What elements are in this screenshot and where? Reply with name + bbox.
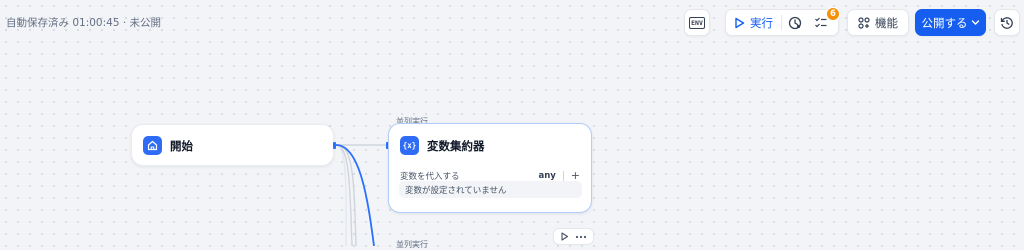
variable-row-divider <box>562 170 564 181</box>
run-toolbar-group: 実行 <box>725 9 839 36</box>
run-label: 実行 <box>750 15 773 30</box>
node-mini-toolbar <box>553 228 594 245</box>
assign-variable-label: 変数を代入する <box>400 171 460 182</box>
more-icon[interactable] <box>575 235 587 239</box>
start-node-title: 開始 <box>170 139 193 153</box>
parallel-label-2: 並列実行 <box>396 240 428 249</box>
checklist-icon <box>815 17 827 27</box>
start-node-output-handle[interactable] <box>333 142 336 149</box>
clock-history-icon <box>788 16 802 29</box>
apps-icon <box>858 16 870 29</box>
checklist-count-badge: 6 <box>826 7 840 21</box>
features-label: 機能 <box>875 15 898 30</box>
aggregator-node-title: 変数集約器 <box>427 139 485 153</box>
run-history-button[interactable] <box>782 10 808 35</box>
publish-button[interactable]: 公開する <box>915 9 986 36</box>
run-node-icon[interactable] <box>560 232 569 241</box>
env-button[interactable]: ENV <box>684 9 710 36</box>
chevron-down-icon <box>971 20 979 25</box>
variable-type-label[interactable]: any <box>538 171 555 181</box>
version-history-button[interactable] <box>994 9 1020 36</box>
autosave-status: 自動保存済み 01:00:45 · 未公開 <box>6 17 162 29</box>
variable-icon: {x} <box>400 136 419 155</box>
play-icon <box>735 17 745 28</box>
env-icon: ENV <box>689 16 705 29</box>
start-node[interactable]: 開始 <box>131 124 334 166</box>
edge-branch-grey-3 <box>335 144 347 246</box>
home-icon <box>143 136 162 155</box>
empty-variable-box: 変数が設定されていません <box>399 181 582 198</box>
history-icon <box>1000 16 1013 29</box>
run-button[interactable]: 実行 <box>726 10 781 35</box>
variable-aggregator-node[interactable]: {x} 変数集約器 変数を代入する any + 変数が設定されていません <box>388 123 592 213</box>
publish-label: 公開する <box>921 15 968 30</box>
features-button[interactable]: 機能 <box>847 9 909 36</box>
